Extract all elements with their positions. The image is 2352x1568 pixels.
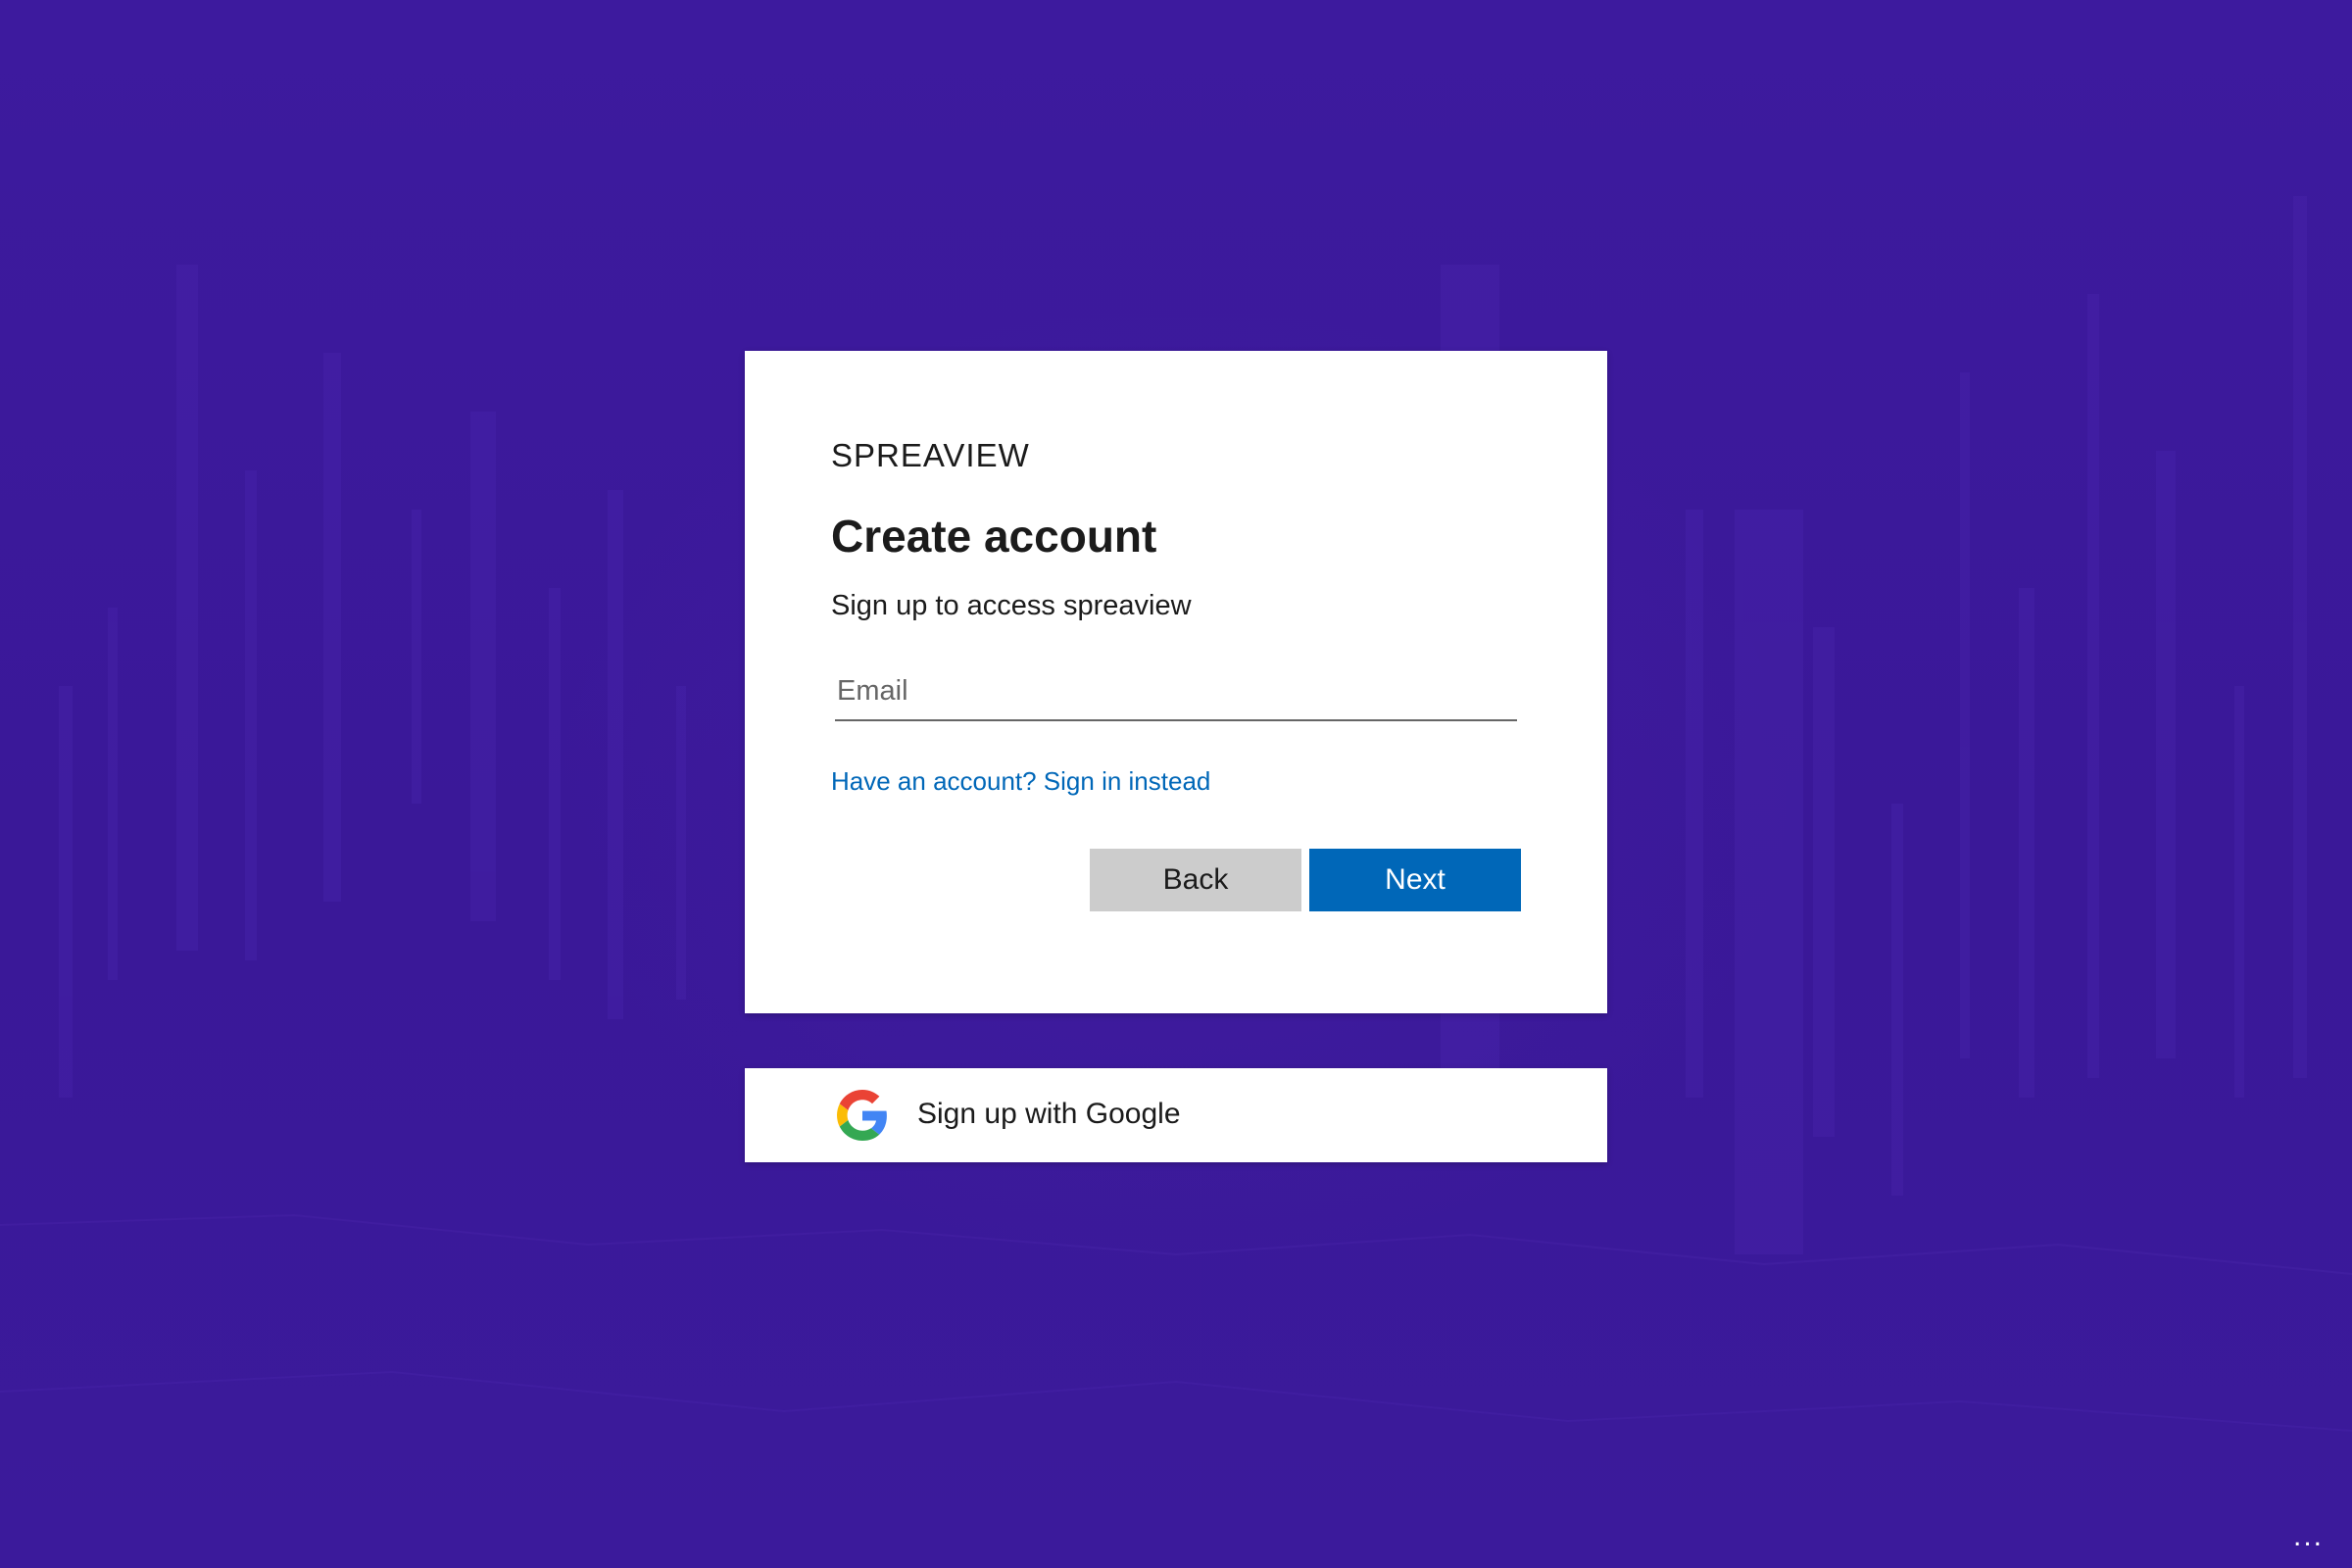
google-signup-label: Sign up with Google xyxy=(917,1098,1181,1130)
page-subtitle: Sign up to access spreaview xyxy=(831,590,1192,621)
sign-up-with-google-button[interactable]: Sign up with Google xyxy=(745,1068,1607,1162)
next-button[interactable]: Next xyxy=(1309,849,1521,911)
brand-logo-text: SPREAVIEW xyxy=(831,437,1030,473)
sign-in-instead-link[interactable]: Have an account? Sign in instead xyxy=(831,766,1210,797)
signup-card: SPREAVIEW Create account Sign up to acce… xyxy=(745,351,1607,1013)
more-options-icon[interactable]: ... xyxy=(2293,1522,2338,1551)
google-icon xyxy=(837,1090,888,1141)
page-title: Create account xyxy=(831,511,1157,562)
email-input[interactable] xyxy=(835,662,1517,721)
back-button[interactable]: Back xyxy=(1090,849,1301,911)
